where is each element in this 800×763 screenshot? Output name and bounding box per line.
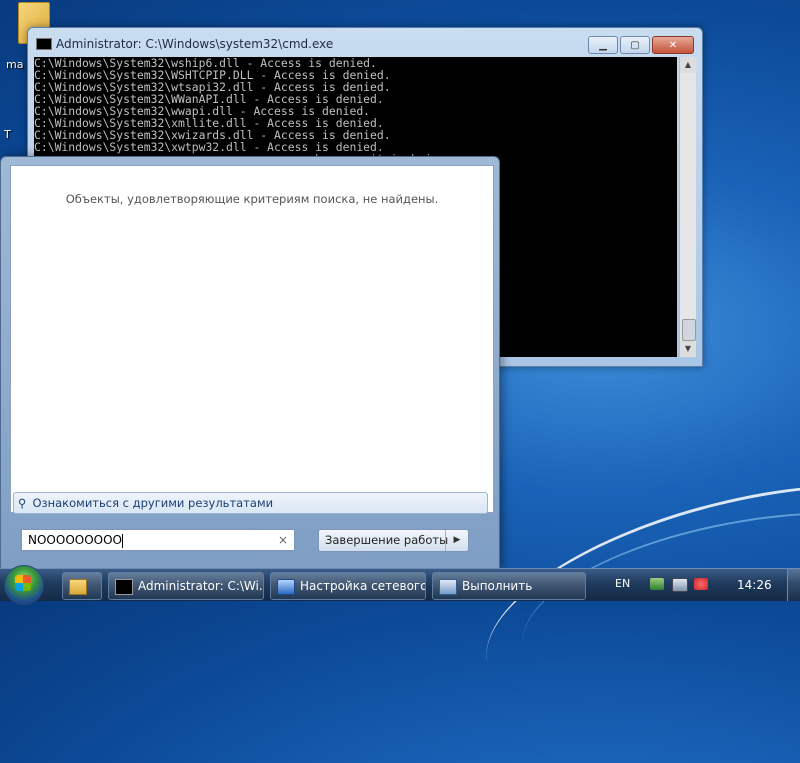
taskbar-item-label: Выполнить: [462, 579, 533, 593]
close-icon: ✕: [668, 39, 678, 51]
taskbar-item-network-settings[interactable]: Настройка сетевого...: [270, 572, 426, 600]
cmd-window-title: Administrator: C:\Windows\system32\cmd.e…: [56, 37, 334, 51]
text-caret: [121, 533, 123, 548]
taskbar-item-explorer[interactable]: [62, 572, 102, 600]
no-results-message: Объекты, удовлетворяющие критериям поиск…: [65, 192, 439, 206]
search-input-value: NOOOOOOOOO: [28, 533, 122, 547]
start-menu: Объекты, удовлетворяющие критериям поиск…: [0, 156, 500, 570]
window-controls: ▁ ▢ ✕: [588, 36, 694, 54]
folder-icon: [69, 578, 87, 595]
close-button[interactable]: ✕: [652, 36, 694, 54]
taskbar: Administrator: C:\Wi... Настройка сетево…: [0, 565, 800, 605]
console-icon: [115, 578, 133, 595]
network-tray-icon[interactable]: [672, 578, 688, 592]
cmd-scrollbar[interactable]: ▲ ▼: [679, 57, 696, 357]
network-icon: [277, 578, 295, 595]
taskbar-item-label: Administrator: C:\Wi...: [138, 579, 264, 593]
desktop-icon-label: ma: [6, 58, 24, 71]
search-results-panel: Объекты, удовлетворяющие критериям поиск…: [10, 165, 494, 513]
see-more-results-link[interactable]: ⚲ Ознакомиться с другими результатами: [13, 492, 488, 514]
desktop-icon-label-fragment: T: [4, 128, 11, 141]
console-icon: [36, 38, 52, 50]
shutdown-button[interactable]: Завершение работы ▶: [318, 529, 469, 552]
action-center-icon[interactable]: [650, 578, 664, 590]
see-more-results-label: Ознакомиться с другими результатами: [32, 496, 274, 510]
run-icon: [439, 578, 457, 595]
shutdown-label: Завершение работы: [325, 533, 449, 547]
clock[interactable]: 14:26: [737, 578, 772, 592]
minimize-icon: ▁: [599, 39, 607, 51]
clear-search-icon[interactable]: ×: [278, 530, 288, 550]
minimize-button[interactable]: ▁: [588, 36, 618, 54]
scrollbar-thumb[interactable]: [682, 319, 696, 341]
scroll-down-arrow-icon[interactable]: ▼: [680, 341, 696, 357]
search-icon: ⚲: [18, 496, 27, 510]
taskbar-item-run[interactable]: Выполнить: [432, 572, 586, 600]
taskbar-item-label: Настройка сетевого...: [300, 579, 426, 593]
start-search-input[interactable]: NOOOOOOOOO ×: [21, 529, 295, 551]
volume-muted-icon[interactable]: [694, 578, 708, 590]
show-desktop-button[interactable]: [787, 569, 800, 601]
language-indicator[interactable]: EN: [615, 577, 630, 590]
taskbar-item-cmd[interactable]: Administrator: C:\Wi...: [108, 572, 264, 600]
shutdown-options-arrow-icon[interactable]: ▶: [445, 530, 468, 551]
maximize-button[interactable]: ▢: [620, 36, 650, 54]
cmd-titlebar[interactable]: Administrator: C:\Windows\system32\cmd.e…: [28, 28, 702, 56]
maximize-icon: ▢: [630, 39, 640, 51]
scroll-up-arrow-icon[interactable]: ▲: [680, 57, 696, 73]
windows-orb-icon[interactable]: [4, 565, 44, 605]
